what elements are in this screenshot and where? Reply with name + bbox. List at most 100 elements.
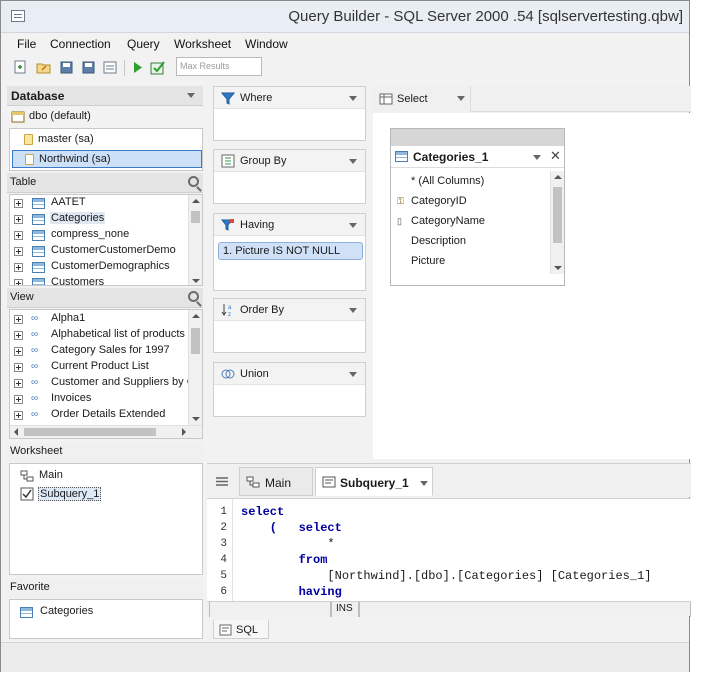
column-row[interactable]: Picture <box>391 251 548 271</box>
subquery-check-icon <box>20 487 34 501</box>
expand-icon[interactable] <box>14 379 23 388</box>
expand-icon[interactable] <box>14 215 23 224</box>
torn-edge <box>701 0 705 684</box>
menu-worksheet[interactable]: Worksheet <box>174 37 231 51</box>
table-card-drag-bar[interactable] <box>391 129 564 146</box>
expand-icon[interactable] <box>14 263 23 272</box>
code-line: [Northwind].[dbo].[Categories] [Categori… <box>241 569 652 583</box>
sql-tab[interactable]: SQL <box>213 620 269 639</box>
scroll-thumb[interactable] <box>191 211 200 223</box>
schema-selector[interactable]: dbo (default) <box>7 107 203 127</box>
having-panel-header[interactable]: Having <box>214 214 365 236</box>
scroll-up-icon[interactable] <box>192 314 200 318</box>
app-window: Query Builder - SQL Server 2000 .54 [sql… <box>0 0 691 672</box>
column-row[interactable]: Description <box>391 231 548 251</box>
expand-icon[interactable] <box>14 331 23 340</box>
query-tree-icon <box>20 470 34 482</box>
table-card-categories[interactable]: Categories_1 ✕ * (All Columns) ⚿ Category… <box>390 128 565 286</box>
max-results-input[interactable]: Max Results <box>176 57 262 76</box>
chevron-down-icon[interactable] <box>349 308 357 313</box>
play-icon <box>134 61 142 73</box>
column-row[interactable]: ▯ CategoryName <box>391 211 548 231</box>
column-row[interactable]: * (All Columns) <box>391 171 548 191</box>
query-design-canvas[interactable]: Categories_1 ✕ * (All Columns) ⚿ Category… <box>373 113 691 459</box>
database-item-northwind[interactable]: Northwind (sa) <box>12 150 202 168</box>
chevron-down-icon[interactable] <box>349 96 357 101</box>
run-to-grid-button[interactable] <box>150 59 166 75</box>
open-button[interactable] <box>35 59 51 75</box>
new-query-button[interactable] <box>12 59 28 75</box>
expand-icon[interactable] <box>14 411 23 420</box>
column-label: Description <box>411 235 467 247</box>
column-label: * (All Columns) <box>411 175 485 187</box>
database-item-master[interactable]: master (sa) <box>12 131 202 149</box>
code-line: ( select <box>241 521 342 535</box>
scroll-thumb[interactable] <box>553 187 562 243</box>
expand-icon[interactable] <box>14 347 23 356</box>
select-tab[interactable]: Select <box>373 86 471 112</box>
save-button[interactable] <box>58 59 74 75</box>
table-scrollbar[interactable] <box>188 195 202 285</box>
expand-icon[interactable] <box>14 247 23 256</box>
subquery-tab-icon <box>322 476 336 488</box>
chevron-down-icon[interactable] <box>420 481 428 486</box>
menu-query[interactable]: Query <box>127 37 160 51</box>
menu-connection[interactable]: Connection <box>50 37 111 51</box>
scroll-down-icon[interactable] <box>192 417 200 421</box>
group-by-panel-header[interactable]: Group By <box>214 150 365 172</box>
chevron-down-icon[interactable] <box>533 155 541 160</box>
scroll-down-icon[interactable] <box>554 266 562 270</box>
scroll-left-icon[interactable] <box>14 428 18 436</box>
worksheet-list: Main Subquery_1 <box>9 463 203 575</box>
expand-icon[interactable] <box>14 363 23 372</box>
view-item-label: Invoices <box>51 392 92 404</box>
table-item-label: CustomerDemographics <box>51 260 170 272</box>
expand-icon[interactable] <box>14 231 23 240</box>
expand-icon[interactable] <box>14 315 23 324</box>
svg-text:z: z <box>228 312 231 317</box>
column-scrollbar[interactable] <box>550 171 564 274</box>
chevron-down-icon[interactable] <box>349 159 357 164</box>
expand-icon[interactable] <box>14 199 23 208</box>
menu-icon[interactable] <box>215 476 229 487</box>
save-all-button[interactable] <box>80 59 96 75</box>
menu-window[interactable]: Window <box>245 37 288 51</box>
scroll-thumb[interactable] <box>24 428 156 436</box>
tab-main[interactable]: Main <box>239 467 313 496</box>
group-by-label: Group By <box>240 155 287 167</box>
having-condition[interactable]: 1. Picture IS NOT NULL <box>218 242 363 260</box>
view-scrollbar[interactable] <box>188 310 202 425</box>
sql-editor[interactable]: 1 2 3 4 5 6 select ( select * from [Nort… <box>207 498 691 601</box>
order-by-panel-header[interactable]: az Order By <box>214 299 365 321</box>
scroll-thumb[interactable] <box>191 328 200 354</box>
database-panel-header: Database <box>7 86 203 106</box>
chevron-down-icon[interactable] <box>349 372 357 377</box>
scroll-down-icon[interactable] <box>192 279 200 283</box>
column-label: CategoryName <box>411 215 485 227</box>
run-button[interactable] <box>129 59 145 75</box>
query-tree-icon <box>246 476 260 488</box>
scroll-right-icon[interactable] <box>182 428 186 436</box>
table-icon <box>32 230 45 241</box>
chevron-down-icon[interactable] <box>457 96 465 101</box>
scroll-up-icon[interactable] <box>192 199 200 203</box>
chevron-down-icon[interactable] <box>349 223 357 228</box>
where-panel-header[interactable]: Where <box>214 87 365 109</box>
database-item-label: Northwind (sa) <box>39 153 111 165</box>
tab-subquery[interactable]: Subquery_1 <box>315 467 433 496</box>
search-icon[interactable] <box>188 291 199 302</box>
union-panel-header[interactable]: Union <box>214 363 365 385</box>
expand-icon[interactable] <box>14 395 23 404</box>
expand-icon[interactable] <box>14 279 23 285</box>
save-icon <box>60 61 72 73</box>
column-row[interactable]: ⚿ CategoryID <box>391 191 548 211</box>
menu-bar: File Connection Query Worksheet Window <box>1 35 689 55</box>
worksheet-section-header: Worksheet <box>7 442 203 462</box>
view-hscrollbar[interactable] <box>10 425 202 438</box>
close-icon[interactable]: ✕ <box>550 148 561 164</box>
properties-button[interactable] <box>102 59 118 75</box>
menu-file[interactable]: File <box>17 37 36 51</box>
search-icon[interactable] <box>188 176 199 187</box>
scroll-up-icon[interactable] <box>554 175 562 179</box>
chevron-down-icon[interactable] <box>187 93 195 98</box>
